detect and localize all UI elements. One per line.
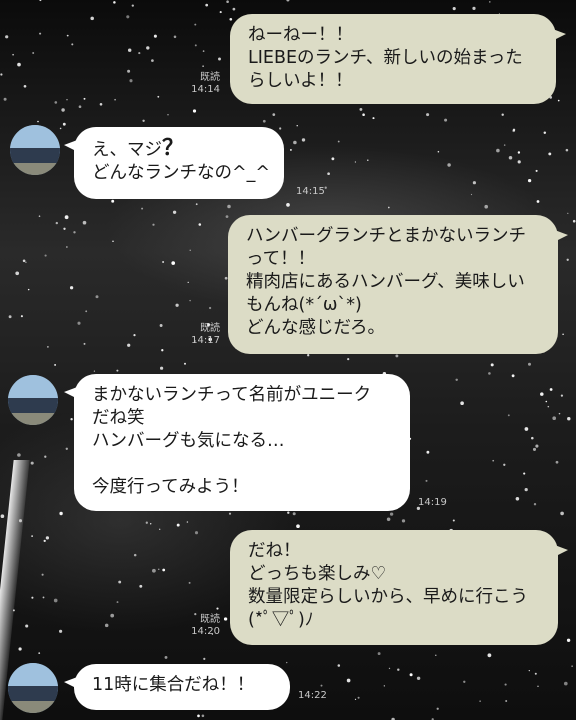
- contact-avatar[interactable]: [10, 125, 60, 175]
- message-line: どっちも楽しみ♡: [248, 564, 387, 584]
- bubble-tail: [64, 676, 80, 690]
- timestamp: 14:15: [296, 186, 325, 197]
- message-line: 精肉店にあるハンバーグ、美味しい: [246, 272, 525, 292]
- message-meta: 14:15: [296, 186, 336, 198]
- read-receipt: 既読: [200, 72, 220, 83]
- message-line: 数量限定らしいから、早めに行こう: [248, 587, 528, 607]
- message-meta: 14:19: [418, 497, 458, 509]
- read-receipt: 既読: [200, 323, 220, 334]
- message-meta: 既読 14:17: [176, 323, 220, 347]
- message-line: ねーねー！！: [248, 25, 353, 45]
- bubble-tail: [550, 28, 566, 42]
- message-line: 今度行ってみよう！: [92, 477, 249, 497]
- message-line: まかないランチって名前がユニーク: [92, 385, 372, 405]
- message-line: ​: [92, 453, 392, 476]
- bubble-tail: [64, 139, 80, 153]
- timestamp: 14:14: [191, 84, 220, 95]
- message-line: もんね(*´ω`*): [246, 295, 362, 315]
- message-line: だね！: [248, 541, 301, 561]
- contact-avatar[interactable]: [8, 663, 58, 713]
- timestamp: 14:22: [298, 690, 327, 701]
- message-meta: 既読 14:14: [176, 72, 220, 96]
- message-bubble-sent[interactable]: ハンバーグランチとまかないランチ って！！ 精肉店にあるハンバーグ、美味しい も…: [228, 215, 568, 354]
- message-line: ハンバーグも気になる…: [92, 431, 285, 451]
- message-line: ハンバーグランチとまかないランチ: [246, 226, 526, 246]
- timestamp: 14:20: [191, 626, 220, 637]
- message-line: え、マジ？: [92, 136, 185, 161]
- message-line: どんな感じだろ。: [246, 318, 385, 338]
- message-bubble-sent[interactable]: ねーねー！！ LIEBEのランチ、新しいの始まった らしいよ！！: [230, 14, 566, 104]
- message-meta: 既読 14:20: [176, 614, 220, 638]
- message-bubble-received[interactable]: まかないランチって名前がユニーク だね笑 ハンバーグも気になる… ​ 今度行って…: [64, 374, 410, 511]
- bubble-tail: [552, 544, 568, 558]
- message-bubble-received[interactable]: え、マジ？ どんなランチなの^_^: [64, 127, 284, 199]
- message-line: って！！: [246, 249, 316, 269]
- message-line: らしいよ！！: [248, 71, 353, 91]
- contact-avatar[interactable]: [8, 375, 58, 425]
- message-line: どんなランチなの^_^: [92, 163, 271, 183]
- message-bubble-sent[interactable]: だね！ どっちも楽しみ♡ 数量限定らしいから、早めに行こう (*ﾟ▽ﾟ)ﾉ: [230, 530, 568, 645]
- timestamp: 14:19: [418, 497, 447, 508]
- question-icon: ？: [162, 136, 185, 161]
- bubble-tail: [552, 229, 568, 243]
- message-line: LIEBEのランチ、新しいの始まった: [248, 48, 523, 68]
- read-receipt: 既読: [200, 614, 220, 625]
- message-line: 11時に集合だね！！: [92, 675, 255, 695]
- message-bubble-received[interactable]: 11時に集合だね！！: [64, 664, 290, 710]
- message-line: (*ﾟ▽ﾟ)ﾉ: [248, 610, 314, 630]
- timestamp: 14:17: [191, 335, 220, 346]
- message-line: だね笑: [92, 408, 145, 428]
- bubble-tail: [64, 386, 80, 400]
- message-meta: 14:22: [298, 690, 338, 702]
